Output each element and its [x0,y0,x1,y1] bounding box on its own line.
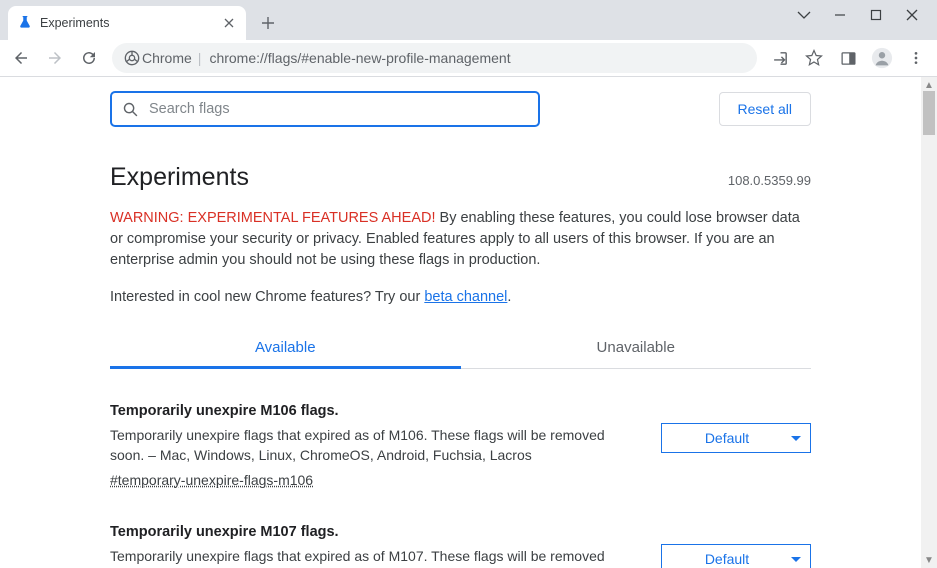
tab-unavailable[interactable]: Unavailable [461,327,812,368]
search-icon [122,101,139,118]
flag-description: Temporarily unexpire flags that expired … [110,425,621,466]
kebab-menu-icon[interactable] [901,43,931,73]
bookmark-star-icon[interactable] [799,43,829,73]
search-flags-field[interactable] [110,91,540,127]
chrome-product-icon [124,50,140,66]
reset-all-button[interactable]: Reset all [719,92,811,126]
beta-channel-text: Interested in cool new Chrome features? … [110,289,811,305]
window-minimize-button[interactable] [833,8,847,22]
back-button[interactable] [6,43,36,73]
window-maximize-button[interactable] [869,8,883,22]
interest-prefix: Interested in cool new Chrome features? … [110,289,424,305]
flag-description: Temporarily unexpire flags that expired … [110,546,621,568]
url-text: chrome://flags/#enable-new-profile-manag… [209,50,510,66]
vertical-scrollbar[interactable]: ▲ ▼ [921,77,937,568]
version-label: 108.0.5359.99 [728,173,811,188]
tab-available[interactable]: Available [110,327,461,368]
share-icon[interactable] [765,43,795,73]
flag-select[interactable]: Default [661,544,811,568]
flag-title: Temporarily unexpire M107 flags. [110,524,621,540]
window-dropdown-icon[interactable] [797,8,811,22]
scrollbar-thumb[interactable] [923,91,935,135]
window-close-button[interactable] [905,8,919,22]
url-separator: | [198,50,202,66]
new-tab-button[interactable] [258,13,278,33]
tab-title: Experiments [40,16,222,30]
forward-button[interactable] [40,43,70,73]
scrollbar-down-arrow[interactable]: ▼ [921,552,937,568]
flag-row: Temporarily unexpire M107 flags. Tempora… [110,524,811,568]
browser-tab[interactable]: Experiments [8,6,246,40]
flag-select[interactable]: Default [661,423,811,453]
page-title: Experiments [110,163,728,192]
flag-title: Temporarily unexpire M106 flags. [110,403,621,419]
browser-toolbar: Chrome | chrome://flags/#enable-new-prof… [0,40,937,77]
warning-text: WARNING: EXPERIMENTAL FEATURES AHEAD! By… [110,208,811,271]
beta-channel-link[interactable]: beta channel [424,289,507,305]
url-scheme-label: Chrome [142,50,192,66]
warning-label: WARNING: EXPERIMENTAL FEATURES AHEAD! [110,210,436,226]
side-panel-icon[interactable] [833,43,863,73]
address-bar[interactable]: Chrome | chrome://flags/#enable-new-prof… [112,43,757,73]
tab-close-button[interactable] [222,16,236,30]
search-input[interactable] [147,100,528,118]
profile-avatar-icon[interactable] [867,43,897,73]
reload-button[interactable] [74,43,104,73]
interest-suffix: . [507,289,511,305]
flag-hash-link[interactable]: #temporary-unexpire-flags-m106 [110,472,313,488]
flag-row: Temporarily unexpire M106 flags. Tempora… [110,403,811,490]
flask-icon [18,16,32,30]
